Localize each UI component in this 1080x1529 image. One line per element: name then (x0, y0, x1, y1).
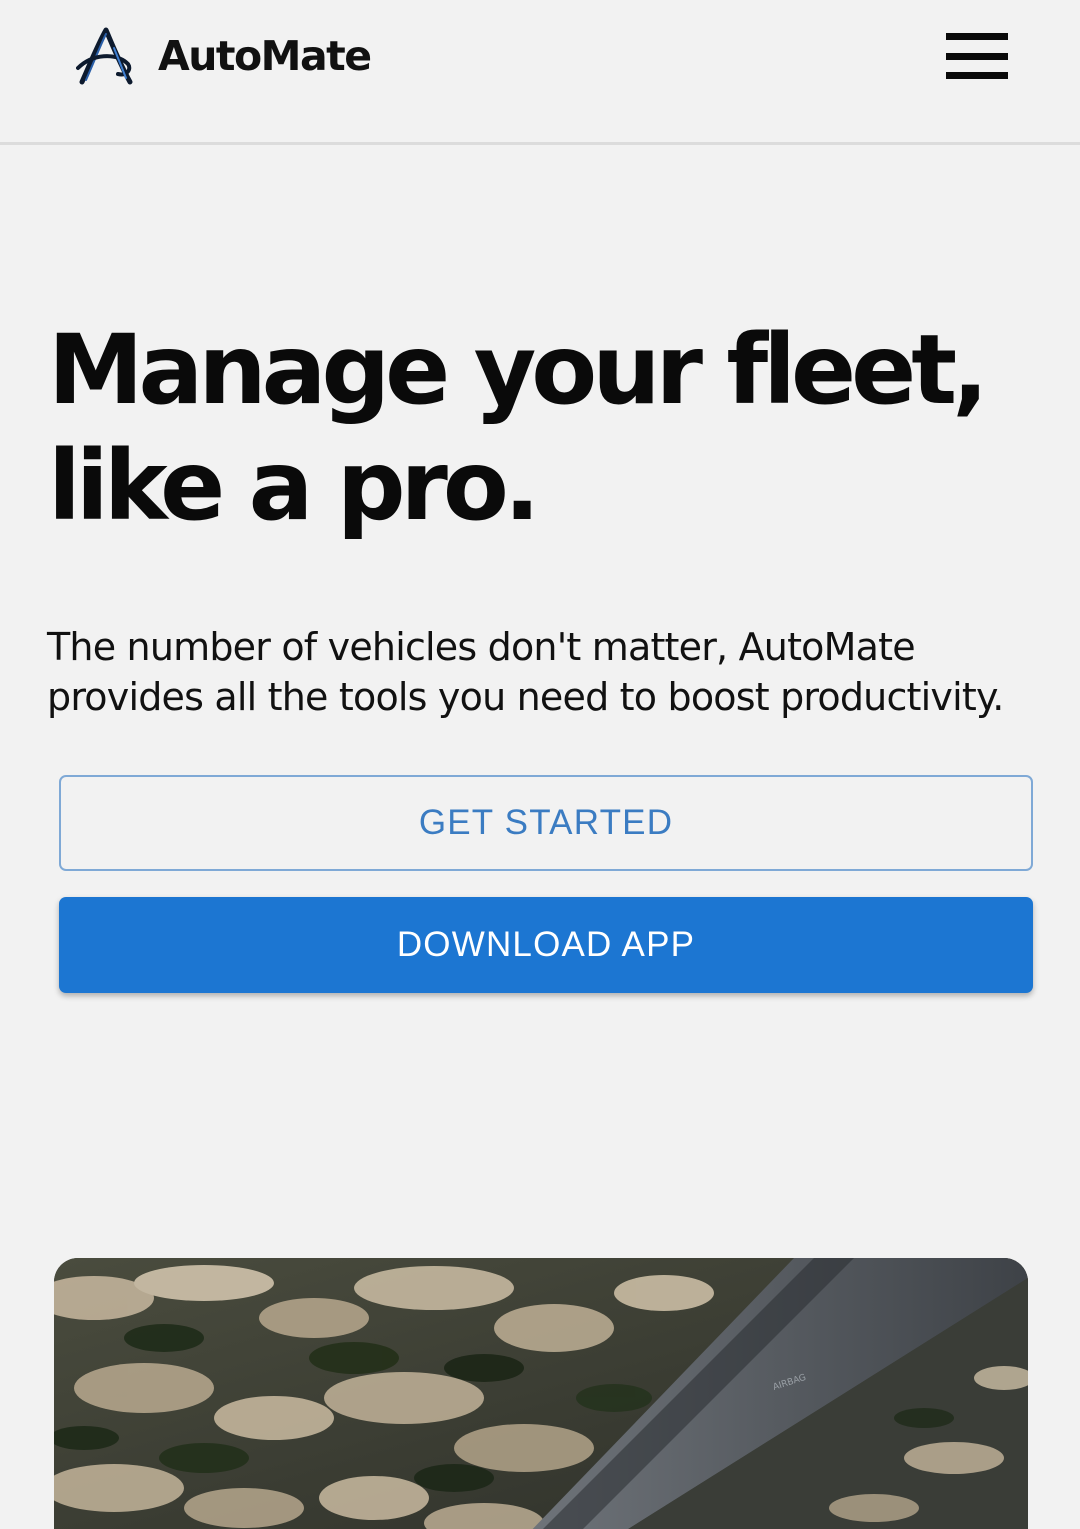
hero-title-line-2: like a pro. (48, 430, 540, 542)
menu-bar-middle (946, 52, 1008, 60)
hero-description: The number of vehicles don't matter, Aut… (47, 625, 1004, 719)
get-started-button[interactable]: GET STARTED (59, 775, 1033, 871)
hero-title: Manage your fleet, like a pro. (48, 312, 1048, 544)
top-nav: AutoMate (0, 0, 1080, 145)
hamburger-menu-icon[interactable] (941, 28, 1013, 84)
automate-logo-icon (76, 27, 133, 85)
menu-bar-top (946, 33, 1008, 40)
hero-title-line-1: Manage your fleet, (48, 314, 989, 426)
landing-page: AutoMate Manage your fleet, like a pro. … (0, 0, 1080, 1529)
menu-bar-bottom (946, 72, 1008, 79)
hero-car-interior-image: AIRBAG (54, 1258, 1028, 1529)
brand-name: AutoMate (158, 32, 372, 80)
download-app-button[interactable]: DOWNLOAD APP (59, 897, 1033, 993)
brand-home-link[interactable]: AutoMate (76, 24, 372, 88)
car-window-photo: AIRBAG (54, 1258, 1028, 1529)
